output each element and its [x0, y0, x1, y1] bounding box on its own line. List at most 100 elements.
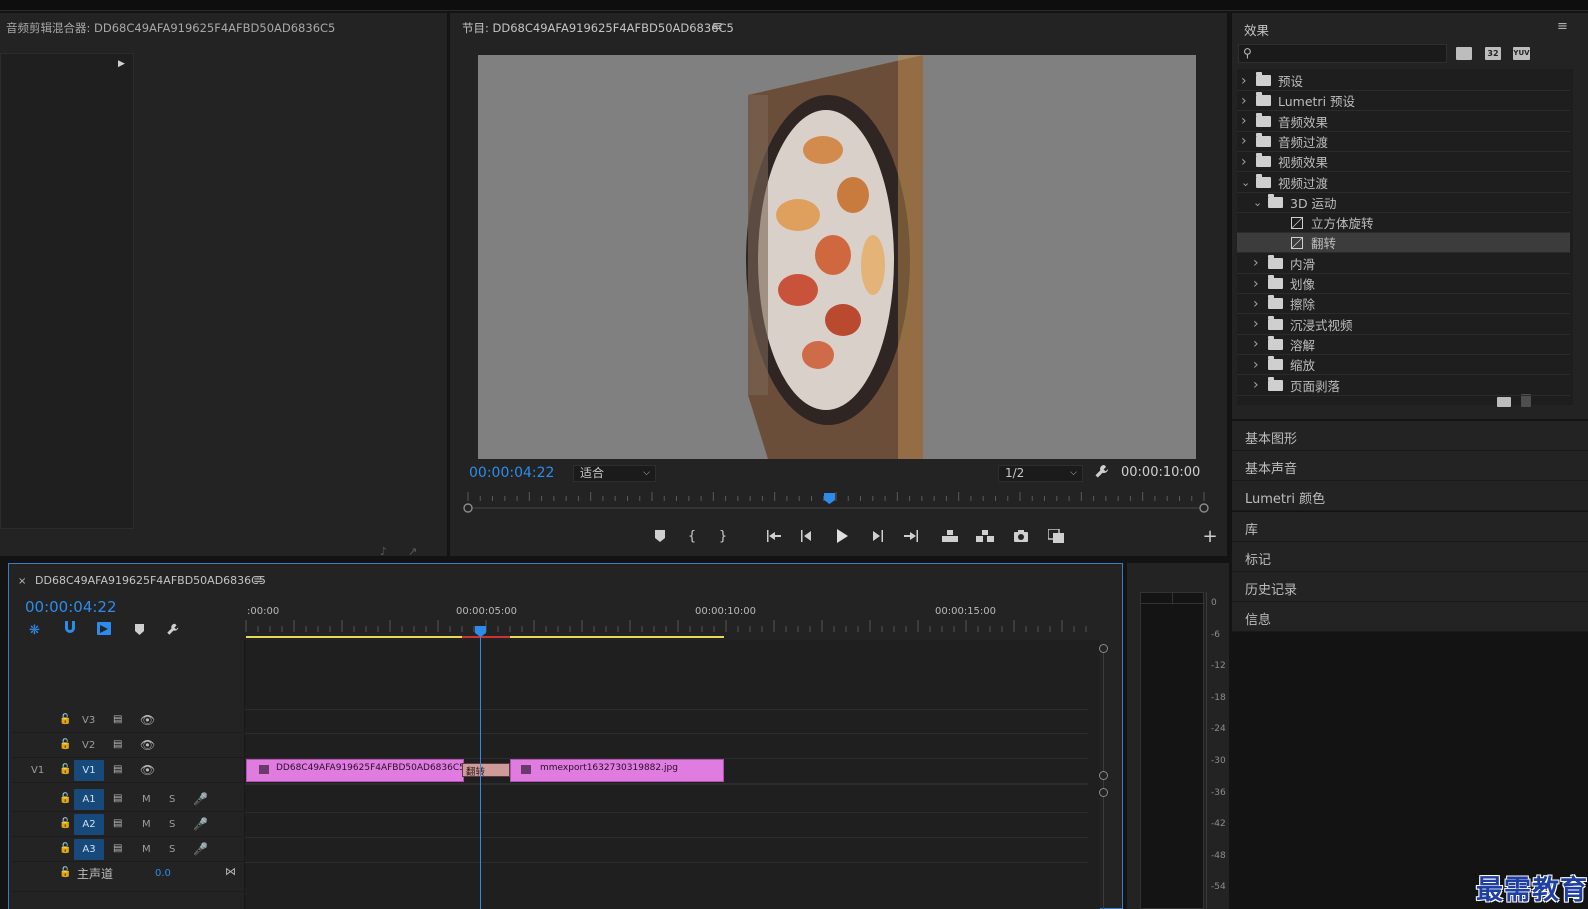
track-target-button[interactable]: A2 — [74, 814, 104, 835]
delete-trash-icon[interactable] — [1521, 394, 1531, 407]
master-volume-value[interactable]: 0.0 — [155, 868, 171, 879]
eye-icon[interactable]: 👁 — [140, 713, 155, 727]
side-panel-item[interactable]: 历史记录 — [1232, 572, 1588, 602]
microphone-icon[interactable]: 🎤 — [193, 817, 208, 831]
effects-tree-item[interactable]: › 音频效果 — [1237, 112, 1570, 132]
32-bit-icon[interactable]: 32 — [1485, 47, 1501, 60]
track-target-button[interactable]: A3 — [74, 839, 104, 860]
timeline-vscroll-handle-low[interactable] — [1099, 788, 1108, 797]
chevron-right-icon[interactable]: › — [1253, 316, 1262, 332]
extract-button[interactable] — [975, 527, 995, 545]
effects-tree-item[interactable]: › 音频过渡 — [1237, 132, 1570, 152]
chevron-right-icon[interactable]: › — [1253, 377, 1262, 393]
chevron-right-icon[interactable]: › — [1253, 357, 1262, 373]
chevron-down-icon[interactable]: ⌄ — [1241, 176, 1250, 189]
audio-track-header[interactable]: 🔓 A2 ▤ M S 🎤 — [12, 813, 244, 837]
effects-tree-item[interactable]: › 缩放 — [1237, 355, 1570, 376]
go-to-out-point-icon[interactable]: ⋈ — [225, 865, 236, 878]
fit-select[interactable]: 适合 ⌵ — [573, 465, 656, 482]
timeline-settings-wrench-icon[interactable] — [166, 622, 180, 639]
side-panel-item[interactable]: Lumetri 颜色 — [1232, 481, 1588, 512]
sync-lock-icon[interactable]: ▤ — [113, 764, 122, 775]
wrench-icon[interactable] — [1094, 463, 1110, 479]
play-button[interactable] — [832, 527, 852, 545]
track-name[interactable]: V2 — [82, 740, 95, 751]
effects-tree-item[interactable]: › 预设 — [1237, 71, 1570, 91]
audio-track-header[interactable]: 🔓 A1 ▤ M S 🎤 — [12, 788, 244, 812]
timeline-playhead-handle[interactable] — [475, 626, 486, 637]
track-name[interactable]: V3 — [82, 715, 95, 726]
source-patch-label[interactable]: V1 — [31, 765, 44, 776]
timeline-sequence-name[interactable]: DD68C49AFA919625F4AFBD50AD6836C5 — [35, 574, 266, 587]
resolution-select[interactable]: 1/2 ⌵ — [998, 465, 1083, 482]
effects-tree-item[interactable]: › 视频效果 — [1237, 152, 1570, 173]
chevron-right-icon[interactable]: › — [1241, 113, 1250, 129]
chevron-right-icon[interactable]: › — [1253, 276, 1262, 292]
program-menu-icon[interactable]: ≡ — [712, 19, 723, 34]
effects-tree-item[interactable]: › 划像 — [1237, 274, 1570, 294]
microphone-icon[interactable]: 🎤 — [193, 842, 208, 856]
go-to-out-button[interactable] — [901, 527, 921, 545]
program-scrub-ruler[interactable] — [462, 490, 1210, 514]
effects-tree-item[interactable]: › 擦除 — [1237, 294, 1570, 315]
chevron-right-icon[interactable]: › — [1241, 93, 1250, 109]
side-panel-item[interactable]: 基本声音 — [1232, 451, 1588, 482]
linked-selection-icon[interactable] — [97, 622, 111, 638]
timeline-menu-icon[interactable]: ≡ — [253, 572, 264, 587]
effects-tree-item[interactable]: › 溶解 — [1237, 335, 1570, 355]
track-target-button[interactable]: A1 — [74, 789, 104, 810]
side-panel-item[interactable]: 库 — [1232, 511, 1588, 542]
lock-icon[interactable]: 🔓 — [59, 764, 71, 775]
track-target-button[interactable]: V1 — [74, 760, 104, 781]
step-forward-button[interactable] — [867, 527, 887, 545]
microphone-icon[interactable]: 🎤 — [193, 792, 208, 806]
mixer-export-icon[interactable]: ↗ — [408, 545, 417, 558]
transition-flip[interactable]: 翻转 — [462, 763, 510, 778]
sync-lock-icon[interactable]: ▤ — [113, 818, 122, 829]
mark-out-button[interactable]: } — [713, 527, 733, 545]
video-frame[interactable] — [478, 55, 1196, 459]
video-track-header[interactable]: V1 🔓 V1 ▤ 👁 — [12, 759, 244, 783]
add-marker-icon[interactable] — [135, 624, 144, 638]
chevron-right-icon[interactable]: › — [1253, 336, 1262, 352]
chevron-right-icon[interactable]: › — [1253, 255, 1262, 271]
sync-lock-icon[interactable]: ▤ — [113, 793, 122, 804]
export-frame-camera-icon[interactable] — [1011, 527, 1031, 545]
chevron-down-icon[interactable]: ⌄ — [1253, 196, 1262, 209]
sync-lock-icon[interactable]: ▤ — [113, 739, 122, 750]
video-track-header[interactable]: 🔓 V2 ▤ 👁 — [12, 734, 244, 758]
audio-track-header[interactable]: 🔓 A3 ▤ M S 🎤 — [12, 838, 244, 862]
mute-button[interactable]: M — [142, 819, 151, 830]
effects-tree-item[interactable]: ⌄ 视频过渡 — [1237, 173, 1570, 193]
program-playhead[interactable] — [823, 493, 835, 504]
effects-tree-item[interactable]: › 页面剥落 — [1237, 376, 1570, 396]
accelerated-effects-icon[interactable] — [1456, 47, 1472, 60]
effects-tree-item[interactable]: › 内滑 — [1237, 254, 1570, 274]
timeline-vscroll-handle-mid[interactable] — [1099, 771, 1108, 780]
add-button-plus-icon[interactable]: + — [1200, 526, 1220, 547]
step-back-button[interactable] — [797, 527, 817, 545]
comparison-view-button[interactable] — [1046, 527, 1066, 545]
master-track-header[interactable]: 🔓 主声道 0.0 ⋈ — [12, 862, 244, 892]
go-to-in-button[interactable] — [764, 527, 784, 545]
side-panel-item[interactable]: 信息 — [1232, 602, 1588, 633]
yuv-icon[interactable]: YUV — [1513, 47, 1530, 60]
solo-button[interactable]: S — [169, 819, 175, 830]
mixer-audio-icon[interactable]: ♪ — [380, 545, 387, 558]
nest-sequence-icon[interactable]: ❋ — [29, 623, 40, 638]
add-marker-button[interactable] — [650, 527, 670, 545]
side-panel-item[interactable]: 标记 — [1232, 541, 1588, 572]
lock-icon[interactable]: 🔓 — [59, 739, 71, 750]
clip-2[interactable]: mmexport1632730319882.jpg — [510, 759, 724, 782]
effects-tree-item[interactable]: 立方体旋转 — [1237, 213, 1570, 234]
lock-icon[interactable]: 🔓 — [59, 818, 71, 829]
eye-icon[interactable]: 👁 — [140, 763, 155, 777]
lock-icon[interactable]: 🔓 — [59, 843, 71, 854]
lift-button[interactable] — [940, 527, 960, 545]
timeline-vscroll-handle-top[interactable] — [1099, 644, 1108, 653]
solo-button[interactable]: S — [169, 844, 175, 855]
effects-menu-icon[interactable]: ≡ — [1557, 19, 1568, 34]
chevron-right-icon[interactable]: › — [1253, 296, 1262, 312]
mute-button[interactable]: M — [142, 794, 151, 805]
chevron-right-icon[interactable]: › — [1241, 154, 1250, 170]
